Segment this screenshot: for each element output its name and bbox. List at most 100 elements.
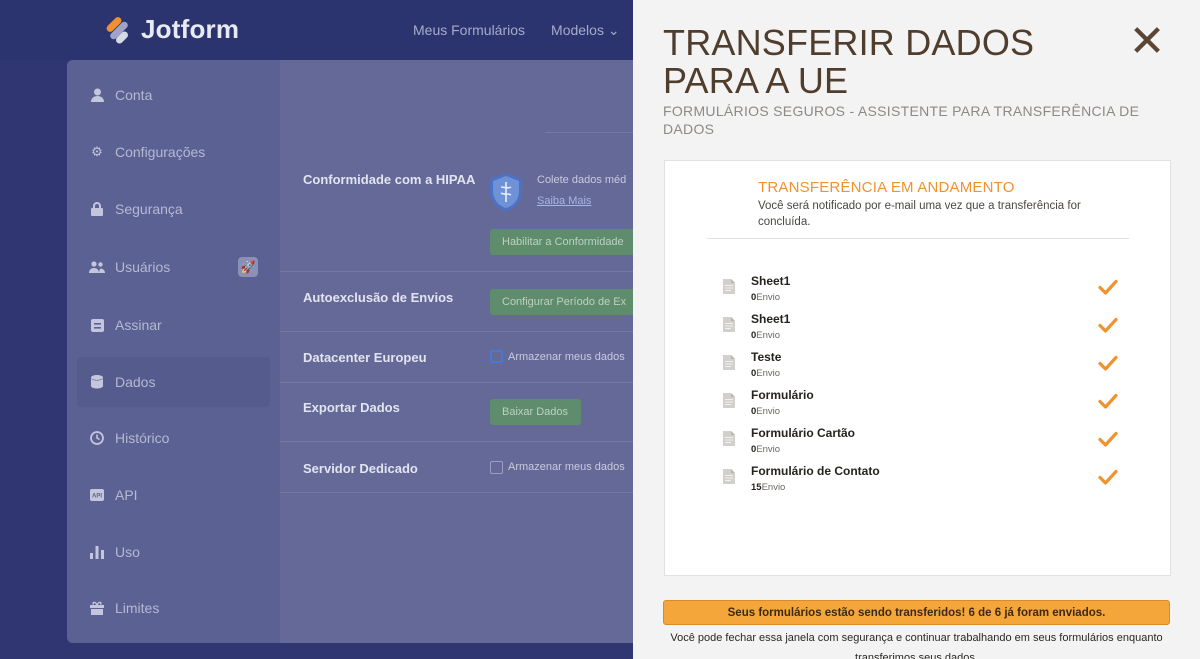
- svg-text:API: API: [92, 494, 102, 500]
- document-icon: [723, 431, 735, 446]
- rocket-icon: 🚀: [238, 257, 258, 277]
- history-icon: [89, 430, 105, 446]
- checkmark-icon: [1098, 393, 1118, 409]
- sidebar-item-history[interactable]: Histórico: [77, 413, 270, 463]
- submission-count-unit: Envio: [756, 406, 781, 417]
- sidebar-item-security[interactable]: Segurança: [77, 184, 270, 234]
- sidebar-item-label: Dados: [115, 374, 156, 390]
- api-icon: API: [89, 487, 105, 503]
- submission-count: 0Envio: [751, 292, 780, 303]
- form-name: Formulário: [751, 388, 814, 402]
- form-name: Formulário de Contato: [751, 464, 880, 478]
- sidebar-item-label: Segurança: [115, 201, 183, 217]
- divider: [280, 492, 647, 493]
- dedicated-server-label: Servidor Dedicado: [303, 461, 418, 476]
- form-name: Sheet1: [751, 274, 791, 288]
- gear-icon: ⚙: [91, 144, 103, 159]
- progress-description: Você será notificado por e-mail uma vez …: [758, 200, 1081, 228]
- user-icon: [89, 87, 105, 103]
- learn-more-link[interactable]: Saiba Mais: [537, 195, 591, 207]
- document-icon: [723, 393, 735, 408]
- divider: [280, 271, 647, 272]
- sidebar-item-label: Assinar: [115, 317, 162, 333]
- sidebar-item-account[interactable]: Conta: [77, 70, 270, 120]
- document-icon: [723, 317, 735, 332]
- dedicated-server-checkbox-label: Armazenar meus dados: [508, 461, 625, 473]
- nav-templates[interactable]: Modelos ⌄: [551, 22, 620, 39]
- form-list-item: Formulário Cartão 0Envio: [720, 426, 1140, 462]
- bar-chart-icon: [89, 544, 105, 560]
- sidebar-item-label: Uso: [115, 544, 140, 560]
- sidebar-item-label: Configurações: [115, 144, 206, 160]
- signature-icon: [89, 317, 105, 333]
- hipaa-shield-icon: [490, 173, 522, 211]
- data-settings-content: Conformidade com a HIPAA Colete dados mé…: [280, 60, 647, 643]
- divider: [280, 382, 647, 383]
- checkmark-icon: [1098, 279, 1118, 295]
- divider: [280, 441, 647, 442]
- form-list-item: Sheet1 0Envio: [720, 274, 1140, 310]
- form-name: Sheet1: [751, 312, 791, 326]
- checkmark-icon: [1098, 431, 1118, 447]
- jotform-logo[interactable]: Jotform: [105, 14, 239, 45]
- form-list-item: Formulário 0Envio: [720, 388, 1140, 424]
- submission-count-unit: Envio: [761, 482, 786, 493]
- transfer-status-banner: Seus formulários estão sendo transferido…: [663, 600, 1170, 625]
- sidebar-item-label: API: [115, 487, 138, 503]
- transfer-status-card: TRANSFERÊNCIA EM ANDAMENTO Você será not…: [664, 160, 1171, 576]
- sidebar-item-api[interactable]: API API: [77, 470, 270, 520]
- database-icon: [89, 374, 105, 390]
- sidebar-item-data[interactable]: Dados: [77, 357, 270, 407]
- hipaa-label: Conformidade com a HIPAA: [303, 172, 476, 187]
- divider: [545, 132, 647, 133]
- eu-datacenter-checkbox[interactable]: [490, 350, 503, 363]
- eu-datacenter-checkbox-label: Armazenar meus dados: [508, 351, 625, 363]
- panel-title: TRANSFERIR DADOS PARA A UE: [663, 22, 1035, 101]
- submission-count-unit: Envio: [756, 368, 781, 379]
- checkmark-icon: [1098, 355, 1118, 371]
- submission-count: 0Envio: [751, 406, 780, 417]
- checkmark-icon: [1098, 317, 1118, 333]
- gift-icon: [89, 600, 105, 616]
- submission-count-unit: Envio: [756, 292, 781, 303]
- sidebar-item-label: Conta: [115, 87, 153, 103]
- nav-my-forms[interactable]: Meus Formulários: [413, 22, 525, 39]
- document-icon: [723, 355, 735, 370]
- sidebar-item-users[interactable]: Usuários 🚀: [77, 242, 270, 292]
- form-list-item: Sheet1 0Envio: [720, 312, 1140, 348]
- logo-text: Jotform: [141, 14, 240, 44]
- sidebar-item-sign[interactable]: Assinar: [77, 300, 270, 350]
- form-name: Teste: [751, 350, 782, 364]
- dedicated-server-checkbox[interactable]: [490, 461, 503, 474]
- submission-count-value: 15: [751, 482, 762, 493]
- sidebar-item-limits[interactable]: Limites: [77, 583, 270, 633]
- hipaa-description: Colete dados méd: [537, 174, 627, 186]
- top-nav: Meus Formulários Modelos ⌄: [413, 22, 620, 39]
- divider: [280, 331, 647, 332]
- sidebar-item-label: Limites: [115, 600, 160, 616]
- submission-count: 0Envio: [751, 330, 780, 341]
- form-name: Formulário Cartão: [751, 426, 856, 440]
- submission-count: 15Envio: [751, 482, 785, 493]
- progress-title: TRANSFERÊNCIA EM ANDAMENTO: [758, 179, 1015, 196]
- eu-transfer-panel: TRANSFERIR DADOS PARA A UE ✕ FORMULÁRIOS…: [633, 0, 1200, 659]
- sidebar-item-label: Histórico: [115, 430, 170, 446]
- settings-sidebar: Conta ⚙ Configurações Segurança Usuários…: [67, 60, 280, 643]
- download-data-button[interactable]: Baixar Dados: [490, 399, 581, 425]
- enable-hipaa-button[interactable]: Habilitar a Conformidade: [490, 229, 647, 255]
- sidebar-item-settings[interactable]: ⚙ Configurações: [77, 127, 270, 177]
- autodelete-label: Autoexclusão de Envios: [303, 290, 454, 305]
- configure-period-button[interactable]: Configurar Período de Ex: [490, 289, 647, 315]
- sidebar-item-usage[interactable]: Uso: [77, 527, 270, 577]
- document-icon: [723, 279, 735, 294]
- form-list-item: Teste 0Envio: [720, 350, 1140, 386]
- jotform-logo-icon: [105, 15, 131, 45]
- submission-count: 0Envio: [751, 444, 780, 455]
- form-list-item: Formulário de Contato 15Envio: [720, 464, 1140, 500]
- submission-count-unit: Envio: [756, 330, 781, 341]
- users-icon: [89, 259, 105, 275]
- lock-icon: [89, 201, 105, 217]
- checkmark-icon: [1098, 469, 1118, 485]
- close-icon[interactable]: ✕: [1126, 20, 1168, 64]
- export-label: Exportar Dados: [303, 400, 400, 415]
